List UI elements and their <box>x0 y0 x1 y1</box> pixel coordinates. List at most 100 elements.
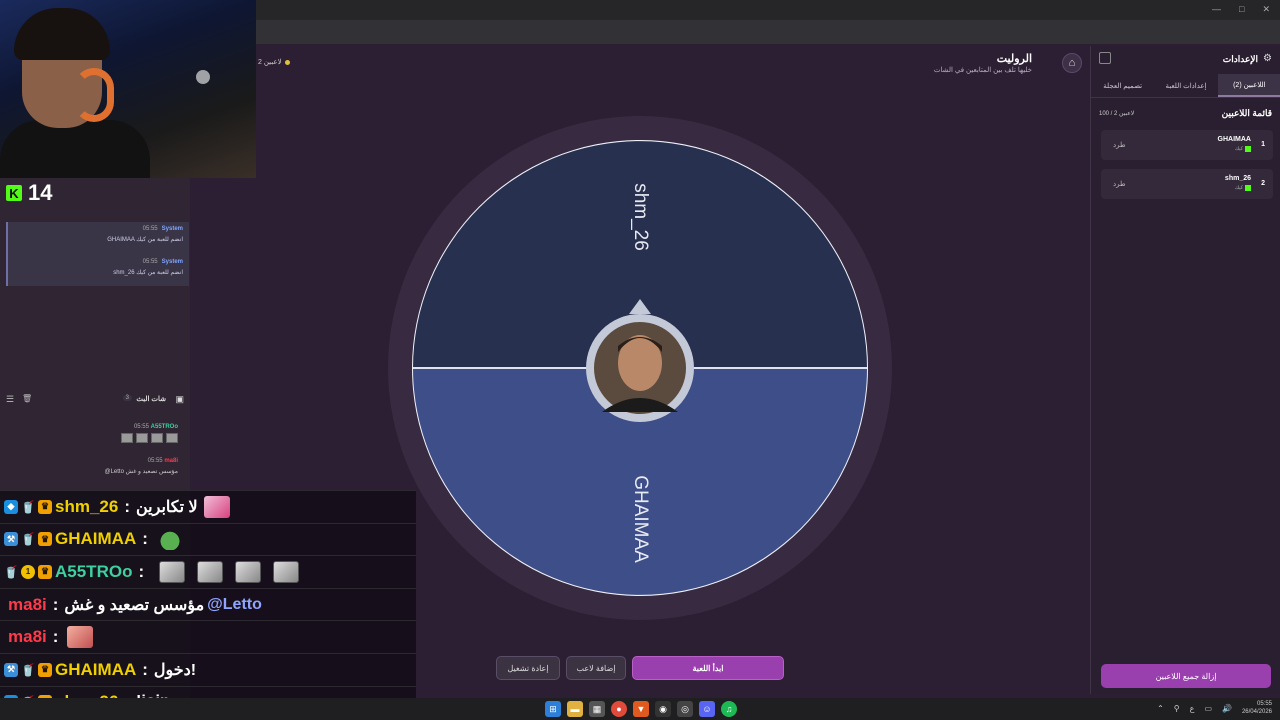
page-title: الروليت <box>996 53 1032 65</box>
volume-icon[interactable]: 🔊 <box>1222 704 1232 713</box>
chat-title: شات البث <box>136 396 166 403</box>
start-icon[interactable]: ⊞ <box>545 701 561 717</box>
players-list-count: 100 / 2 لاعبين <box>1099 111 1135 117</box>
kick-player-button[interactable]: طرد <box>1113 141 1126 149</box>
gear-icon: ⚙ <box>1263 53 1272 64</box>
cup-icon: 🥤 <box>20 532 36 547</box>
collapse-panel-icon[interactable] <box>1099 52 1111 64</box>
moderator-badge-icon: ⚒ <box>4 662 18 677</box>
home-button[interactable]: ⌂ <box>1062 53 1082 73</box>
restart-button[interactable]: إعادة تشغيل <box>496 656 560 680</box>
obs-icon[interactable]: ◉ <box>655 701 671 717</box>
chat-header: ☰ 🗑 3 شات البث ▣ <box>0 391 190 409</box>
overlay-row: ma8i : مؤسس تصعيد و غش @Letto <box>0 587 416 621</box>
segment-label: shm_26 <box>630 183 651 251</box>
player-name: shm_26 <box>1224 175 1251 182</box>
player-source: كيك <box>1235 146 1251 152</box>
player-row: 1 GHAIMAA كيك طرد <box>1101 130 1273 160</box>
chrome-icon[interactable]: ● <box>611 701 627 717</box>
headphones <box>74 68 114 122</box>
status-dot-icon <box>284 59 290 65</box>
language-indicator[interactable]: ع <box>1190 704 1195 713</box>
crown-icon: ♛ <box>38 662 52 677</box>
players-list-title: قائمة اللاعبين <box>1221 108 1272 118</box>
roulette-wheel[interactable]: shm_26 GHAIMAA <box>388 116 892 620</box>
segment-label: GHAIMAA <box>630 475 651 563</box>
emote-icon <box>166 433 178 443</box>
subscriber-badge-icon: ◆ <box>4 499 18 514</box>
system-message: 05:55 System GHAIMAA انضم للعبة من كيك <box>107 226 183 243</box>
overlay-row: 🥤 1 ♛ A55TROo : <box>0 555 416 588</box>
overlay-row: ⚒ 🥤 ♛ GHAIMAA : دخول! <box>0 652 416 686</box>
chat-icon: ▣ <box>175 394 184 404</box>
home-icon: ⌂ <box>1068 57 1076 69</box>
cup-icon: 🥤 <box>20 662 36 677</box>
wheel-svg: shm_26 GHAIMAA <box>388 116 892 620</box>
emote-icon <box>197 560 224 583</box>
settings-panel: الإعدادات ⚙ اللاعبين (2) إعدادات اللعبة … <box>1090 46 1280 694</box>
app-icon[interactable]: ◎ <box>677 701 693 717</box>
discord-icon[interactable]: ☺ <box>699 701 715 717</box>
crown-icon: ♛ <box>38 499 52 514</box>
maximize-icon[interactable]: □ <box>1239 4 1244 15</box>
emote-icon <box>273 560 300 583</box>
webcam-feed <box>0 0 256 178</box>
frog-emote-icon <box>156 528 183 551</box>
emote-icon <box>121 433 133 443</box>
chat-overlay: ◆ 🥤 ♛ shm_26 : لا تكابرين ⚒ 🥤 ♛ GHAIMAA … <box>0 490 416 719</box>
taskbar: ⊞ ▬ ▦ ● ▼ ◉ ◎ ☺ ♫ ⌃ ⚲ ع ▭ 🔊 05:55 26/04/… <box>0 698 1280 720</box>
trash-icon[interactable]: 🗑 <box>22 394 32 403</box>
add-player-button[interactable]: إضافة لاعب <box>566 656 626 680</box>
chat-message: 05:55 A55TROo <box>118 424 178 445</box>
settings-lines-icon[interactable]: ☰ <box>6 394 14 405</box>
tab-players[interactable]: اللاعبين (2) <box>1217 74 1280 97</box>
player-source: كيك <box>1235 185 1251 191</box>
spotify-icon[interactable]: ♫ <box>721 701 737 717</box>
kick-icon: K <box>6 185 22 201</box>
brave-icon[interactable]: ▼ <box>633 701 649 717</box>
crown-icon: ♛ <box>38 532 52 547</box>
panel-title: الإعدادات <box>1222 54 1258 64</box>
minimize-icon[interactable]: — <box>1212 4 1221 15</box>
start-game-button[interactable]: ابدأ اللعبة <box>632 656 784 680</box>
tab-wheel-design[interactable]: تصميم العجلة <box>1091 74 1154 97</box>
window-controls[interactable]: — □ ✕ <box>1212 4 1270 15</box>
clock[interactable]: 05:55 26/04/2026 <box>1242 700 1272 716</box>
overlay-row: ⚒ 🥤 ♛ GHAIMAA : <box>0 522 416 556</box>
system-message: 05:55 System shm_26 انضم للعبة من كيك <box>113 259 183 276</box>
tier-badge-icon: 1 <box>21 564 35 579</box>
panel-tabs: اللاعبين (2) إعدادات اللعبة تصميم العجلة <box>1091 74 1280 98</box>
emote-icon <box>151 433 163 443</box>
kick-player-button[interactable]: طرد <box>1113 180 1126 188</box>
emote-icon <box>203 495 230 518</box>
system-tray: ⌃ ⚲ ع ▭ 🔊 05:55 26/04/2026 <box>1157 700 1272 716</box>
system-messages: 05:55 System GHAIMAA انضم للعبة من كيك 05… <box>6 222 189 286</box>
emote-icon <box>136 433 148 443</box>
kick-icon <box>1245 185 1251 191</box>
player-name: GHAIMAA <box>1217 136 1251 143</box>
page-subtitle: خليها تلف بين المتابعين في الشات <box>933 67 1032 74</box>
emote-icon <box>235 560 262 583</box>
follower-counter: K 14 <box>6 180 52 206</box>
close-icon[interactable]: ✕ <box>1262 4 1270 15</box>
chat-message: 05:55 ma8i @Letto مؤسس تصعيد و غش <box>104 458 178 475</box>
overlay-row: ma8i : <box>0 620 416 653</box>
monitor-icon[interactable]: ▭ <box>1204 704 1212 713</box>
folder-icon[interactable]: ▬ <box>567 701 583 717</box>
overlay-row: ◆ 🥤 ♛ shm_26 : لا تكابرين <box>0 490 416 523</box>
kick-icon <box>1245 146 1251 152</box>
chevron-up-icon[interactable]: ⌃ <box>1157 704 1164 713</box>
chat-count-badge: 3 <box>122 395 132 401</box>
store-icon[interactable]: ▦ <box>589 701 605 717</box>
moderator-badge-icon: ⚒ <box>4 532 18 547</box>
tab-game-settings[interactable]: إعدادات اللعبة <box>1154 74 1217 97</box>
emote-icon <box>159 560 186 583</box>
clear-players-button[interactable]: إزالة جميع اللاعبين <box>1101 664 1271 688</box>
players-online: 2 لاعبين <box>258 58 290 66</box>
player-number: 1 <box>1261 141 1265 148</box>
player-row: 2 shm_26 كيك طرد <box>1101 169 1273 199</box>
network-icon[interactable]: ⚲ <box>1174 704 1180 713</box>
emote-icon <box>67 626 94 649</box>
game-controls: إعادة تشغيل إضافة لاعب ابدأ اللعبة <box>496 656 786 684</box>
cup-icon: 🥤 <box>20 499 36 514</box>
